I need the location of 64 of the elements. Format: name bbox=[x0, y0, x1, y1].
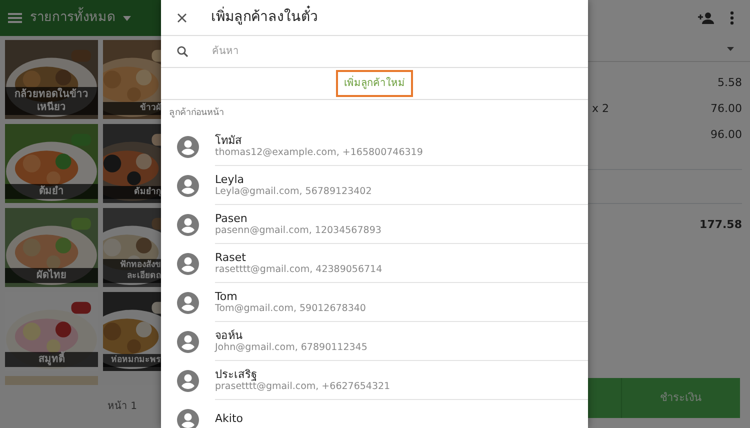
menu-tile[interactable]: กล้วยทอดในข้าว เหนียว bbox=[5, 40, 98, 119]
customer-name: โทมัส bbox=[215, 134, 243, 147]
menu-tile[interactable]: สมูทตี้ bbox=[5, 292, 98, 371]
customer-name: Tom bbox=[215, 290, 238, 303]
avatar-icon bbox=[177, 174, 199, 196]
item-label: สมูทตี้ bbox=[5, 352, 98, 367]
dialog-title: เพิ่มลูกค้าลงในตั๋ว bbox=[211, 7, 318, 28]
menu-icon[interactable] bbox=[8, 12, 22, 24]
customer-item[interactable]: ประเสริฐ prasetttt@gmail.com, +6627654321 bbox=[161, 361, 588, 400]
search-icon bbox=[177, 46, 188, 57]
item-label: ต้มยำ bbox=[5, 184, 98, 199]
price-amount: 96.00 bbox=[710, 126, 742, 143]
customer-name: จอห์น bbox=[215, 328, 244, 342]
customer-details: Tom@gmail.com, 59012678340 bbox=[215, 302, 367, 314]
customer-item[interactable]: Akito bbox=[161, 400, 588, 428]
menu-tile[interactable]: ข้าวผั bbox=[103, 40, 161, 119]
avatar-icon bbox=[177, 136, 199, 158]
customer-name: Akito bbox=[215, 412, 244, 426]
menu-tile[interactable]: ผัดไทย bbox=[5, 208, 98, 287]
customer-name: Pasen bbox=[215, 212, 248, 225]
item-label: กล้วยทอดในข้าว เหนียว bbox=[5, 87, 98, 115]
avatar-icon bbox=[177, 292, 199, 314]
menu-tile[interactable]: ฟักทองสังข ละเอียดถ bbox=[103, 208, 161, 287]
menu-tile[interactable]: ห่อหมกมะพร bbox=[103, 292, 161, 371]
customer-item[interactable]: Tom Tom@gmail.com, 59012678340 bbox=[161, 283, 588, 322]
total-amount: 177.58 bbox=[700, 216, 742, 233]
add-person-icon[interactable] bbox=[698, 12, 714, 24]
caret-icon bbox=[123, 16, 131, 20]
avatar-icon bbox=[177, 252, 199, 274]
avatar-icon bbox=[177, 370, 199, 392]
item-label: ข้าวผั bbox=[103, 102, 161, 115]
item-label: ห่อหมกมะพร bbox=[103, 354, 161, 367]
customer-item[interactable]: จอห์น John@gmail.com, 67890112345 bbox=[161, 322, 588, 361]
customer-item[interactable]: Raset rasetttt@gmail.com, 42389056714 bbox=[161, 244, 588, 283]
search-field[interactable]: ค้นหา bbox=[212, 44, 512, 59]
section-label: ลูกค้าก่อนหน้า bbox=[169, 106, 224, 120]
customer-item[interactable]: Leyla Leyla@gmail.com, 56789123402 bbox=[161, 166, 588, 205]
customer-details: pasenn@gmail.com, 12034567893 bbox=[215, 224, 382, 236]
customer-details: John@gmail.com, 67890112345 bbox=[215, 342, 368, 354]
item-label: ฟักทองสังข ละเอียดถ bbox=[103, 258, 161, 283]
customer-details: thomas12@example.com, +165800746319 bbox=[215, 146, 424, 158]
close-icon[interactable] bbox=[177, 12, 187, 22]
caret-icon bbox=[727, 46, 734, 50]
menu-tile[interactable]: ต้มยำ bbox=[5, 124, 98, 203]
price-amount: 5.58 bbox=[718, 74, 742, 91]
customer-details: prasetttt@gmail.com, +6627654321 bbox=[215, 380, 392, 392]
customer-details: Leyla@gmail.com, 56789123402 bbox=[215, 186, 373, 198]
customer-name: Leyla bbox=[215, 172, 246, 186]
customer-item[interactable]: Pasen pasenn@gmail.com, 12034567893 bbox=[161, 205, 588, 244]
customer-name: ประเสริฐ bbox=[215, 368, 258, 381]
more-icon[interactable] bbox=[730, 11, 734, 25]
avatar-icon bbox=[177, 214, 199, 236]
customer-details: rasetttt@gmail.com, 42389056714 bbox=[215, 264, 384, 276]
quantity-label: x 2 bbox=[592, 100, 610, 117]
customer-name: Raset bbox=[215, 250, 247, 264]
item-label: ผัดไทย bbox=[5, 268, 98, 283]
avatar-icon bbox=[177, 330, 199, 352]
price-amount: 76.00 bbox=[710, 100, 742, 117]
category-title[interactable]: รายการทั้งหมด bbox=[30, 8, 115, 28]
customer-item[interactable]: โทมัส thomas12@example.com, +165800746319 bbox=[161, 127, 588, 166]
page-label: หน้า 1 bbox=[107, 400, 137, 414]
new-customer-button[interactable]: เพิ่มลูกค้าใหม่ bbox=[336, 70, 413, 97]
item-label: ต้มยำกุ bbox=[103, 186, 161, 199]
menu-tile[interactable]: ต้มยำกุ bbox=[103, 124, 161, 203]
